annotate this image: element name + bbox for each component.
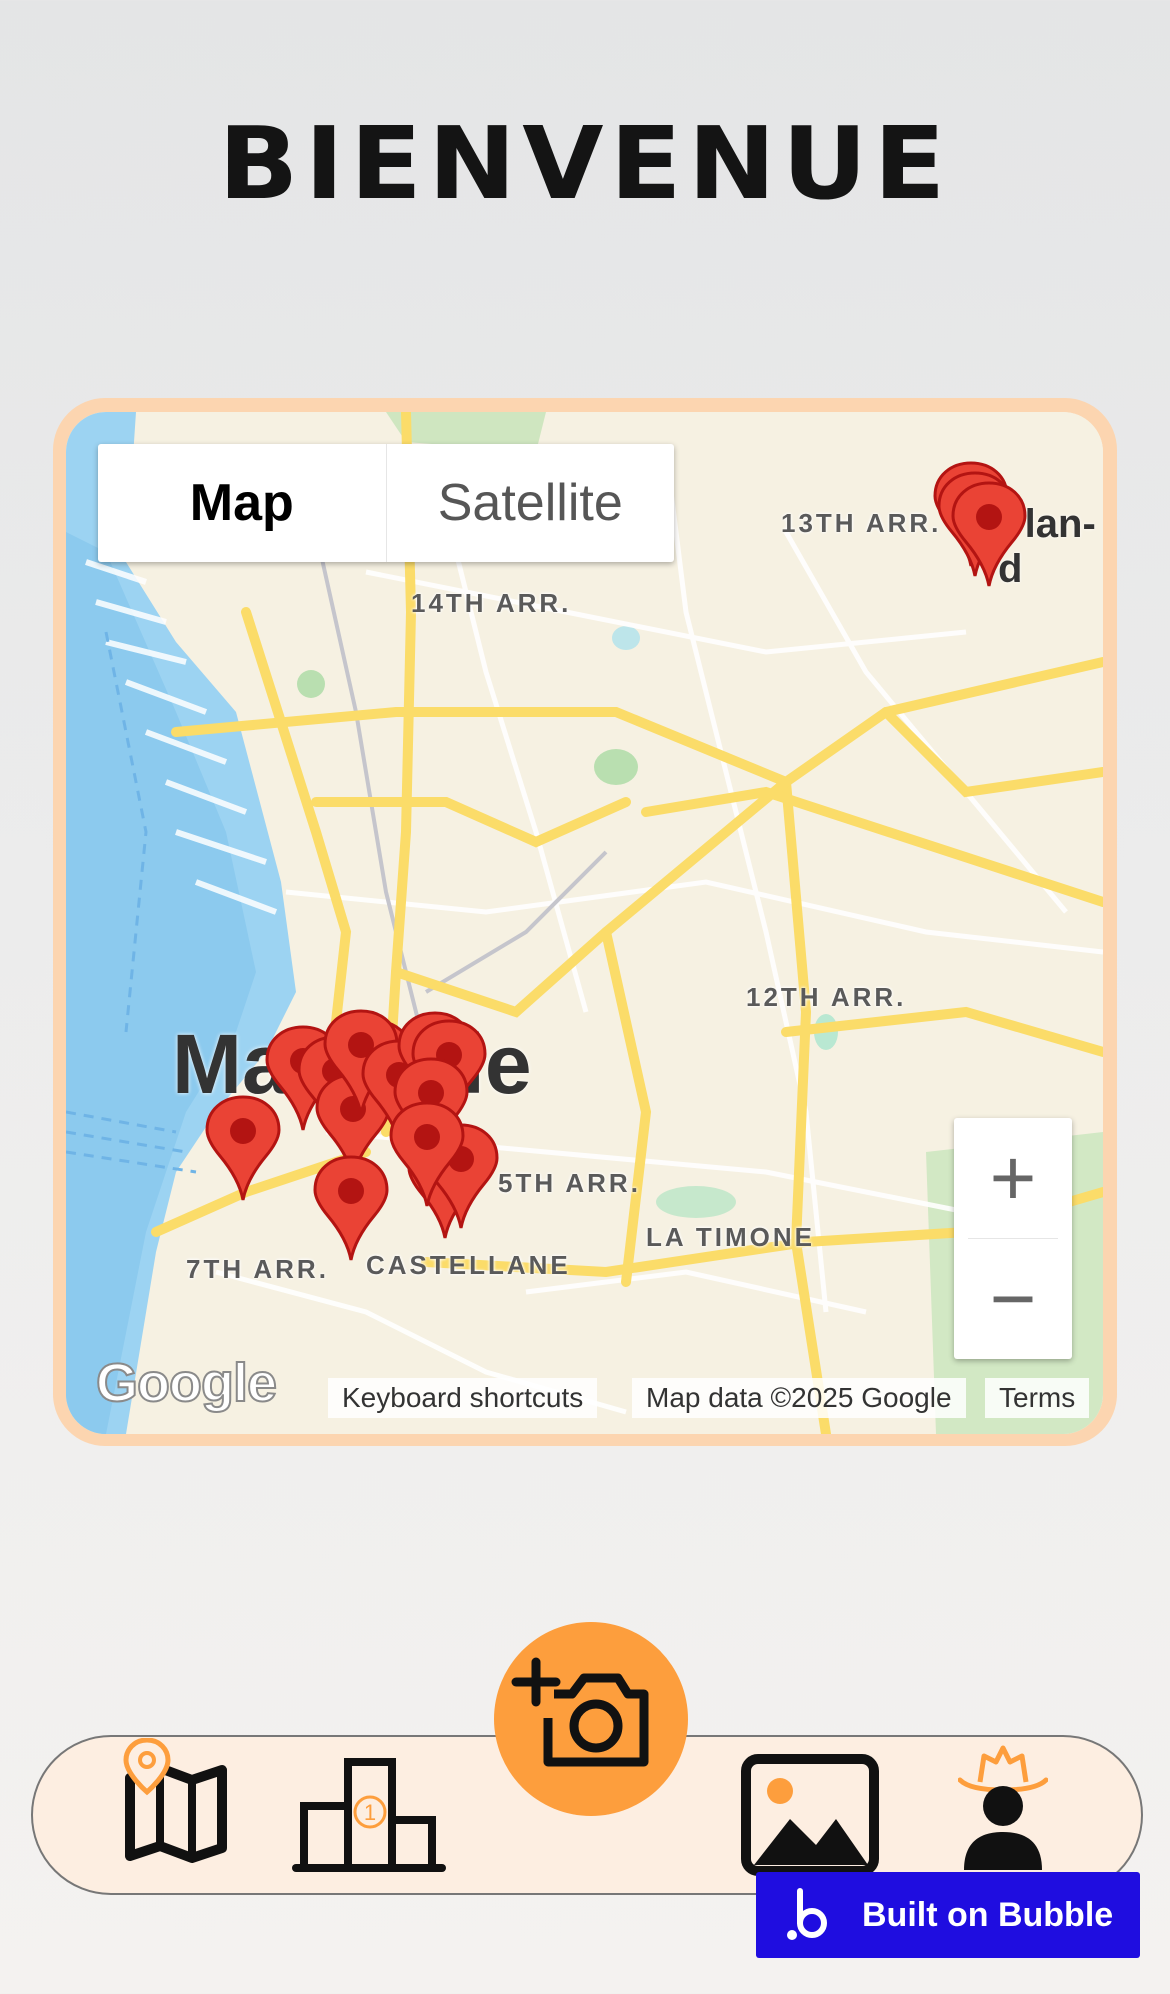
map-data-attribution: Map data ©2025 Google	[632, 1378, 966, 1418]
map-marker[interactable]	[312, 1154, 390, 1264]
terms-link[interactable]: Terms	[985, 1378, 1090, 1418]
keyboard-shortcuts-link[interactable]: Keyboard shortcuts	[328, 1378, 598, 1418]
map-label-5th-arr: 5TH ARR.	[498, 1168, 641, 1198]
cowboy-profile-icon[interactable]	[957, 1742, 1049, 1877]
map-marker[interactable]	[950, 480, 1028, 590]
map-widget[interactable]: 13TH ARR. Plan-d 14TH ARR. 12TH ARR. 5TH…	[66, 412, 1103, 1434]
map-type-satellite-button[interactable]: Satellite	[387, 444, 675, 562]
map-marker[interactable]	[388, 1100, 466, 1210]
map-label-castellane: CASTELLANE	[366, 1250, 571, 1280]
map-type-control: Map Satellite	[98, 444, 674, 562]
map-label-7th-arr: 7TH ARR.	[186, 1254, 329, 1284]
podium-icon[interactable]: 1	[290, 1756, 448, 1879]
map-label-14th-arr: 14TH ARR.	[411, 588, 572, 618]
add-photo-button[interactable]	[494, 1622, 688, 1816]
gallery-image-icon[interactable]	[740, 1753, 880, 1882]
bubble-logo-icon	[787, 1888, 827, 1940]
zoom-in-button[interactable]: +	[954, 1118, 1072, 1238]
page-title: BIENVENUE	[218, 105, 952, 222]
map-label-la-timone: LA TIMONE	[646, 1222, 816, 1252]
podium-badge: 1	[364, 1800, 376, 1825]
google-logo: Google	[95, 1352, 278, 1414]
map-label-13th-arr: 13TH ARR.	[781, 508, 942, 538]
built-on-bubble-badge[interactable]: Built on Bubble	[756, 1872, 1140, 1958]
map-label-12th-arr: 12TH ARR.	[746, 982, 907, 1012]
map-location-icon[interactable]	[122, 1737, 230, 1871]
add-photo-camera-icon	[511, 1657, 649, 1767]
zoom-out-button[interactable]: −	[954, 1239, 1072, 1359]
zoom-control: + −	[954, 1118, 1072, 1359]
map-type-map-button[interactable]: Map	[98, 444, 387, 562]
bubble-badge-label: Built on Bubble	[862, 1895, 1114, 1934]
